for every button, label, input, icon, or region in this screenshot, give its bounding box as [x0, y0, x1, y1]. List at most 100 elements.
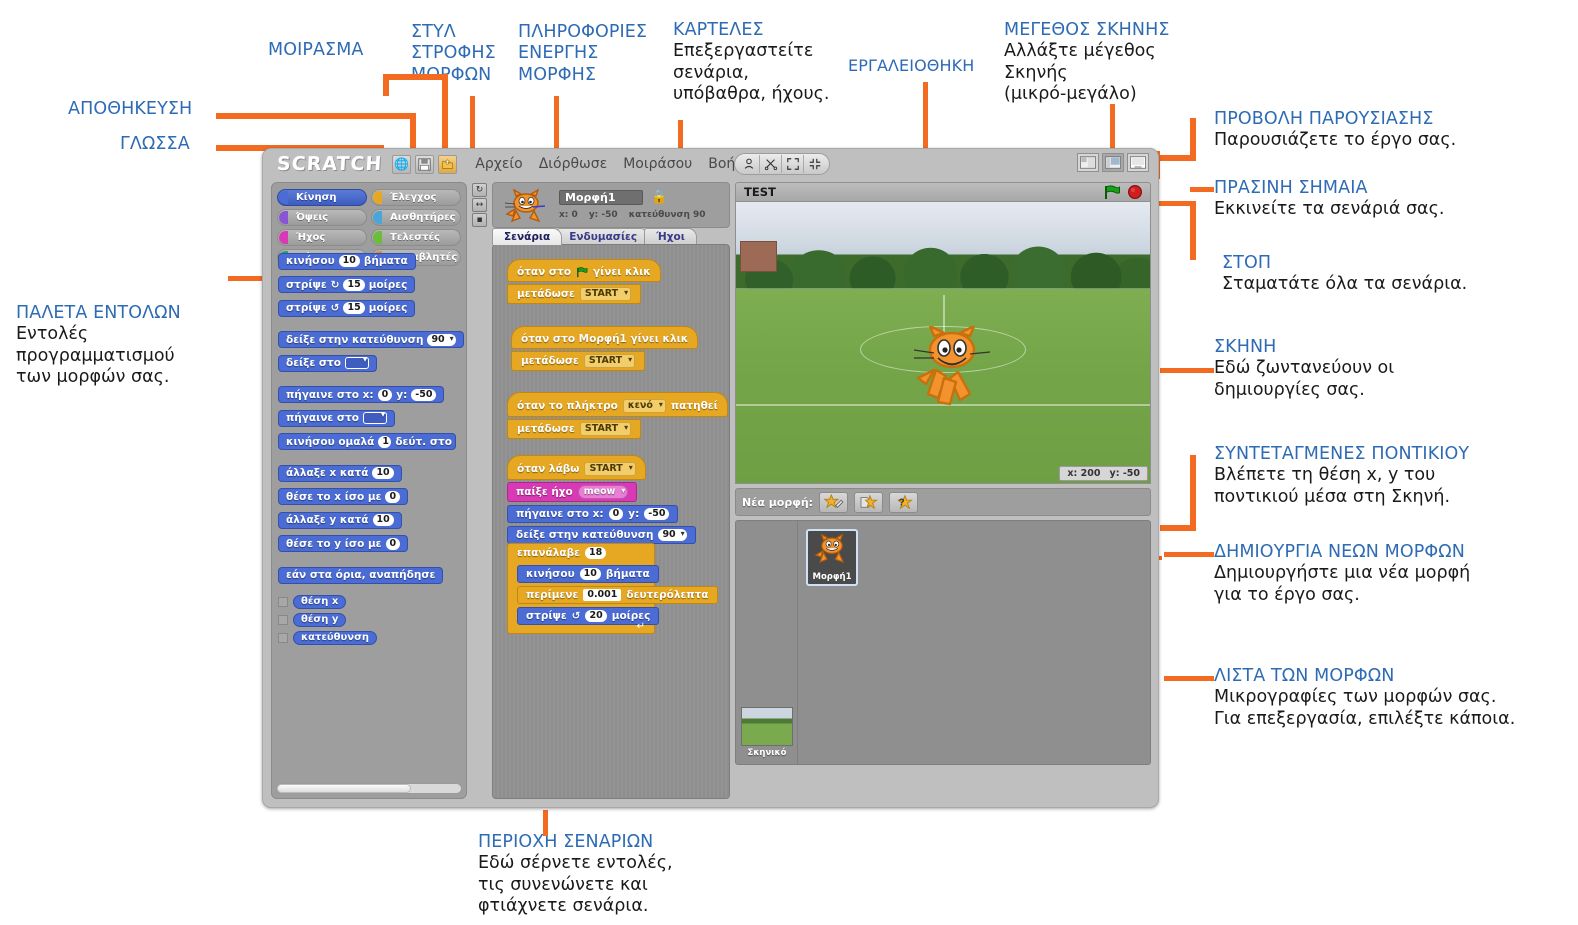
stage-canvas[interactable]: x: 200 y: -50 [735, 202, 1151, 484]
globe-icon[interactable]: 🌐 [392, 154, 412, 174]
no-rotate-icon[interactable]: ▪ [472, 213, 487, 227]
block-wait-seconds[interactable]: περίμενε 0.001 δευτερόλεπτα [517, 586, 718, 604]
palette-horizontal-scrollbar[interactable] [276, 783, 462, 794]
stage-house [740, 241, 778, 273]
stage-thumbnail-label: Σκηνικό [747, 748, 787, 758]
stage-header: TEST [735, 182, 1151, 202]
palette-block-turn-right[interactable]: στρίψε ↻ 15 μοίρες [278, 276, 416, 293]
block-go-to-xy[interactable]: πήγαινε στο x: 0 y: -50 [507, 505, 679, 523]
palette-block-go-to[interactable]: πήγαινε στο [278, 409, 395, 427]
choose-sprite-from-file-icon[interactable] [854, 491, 884, 513]
palette-block-glide[interactable]: κινήσου ομαλά 1 δεύτ. στο x: 0 y [278, 433, 456, 450]
floppy-glyph [418, 157, 431, 171]
watcher-checkbox-direction[interactable] [278, 632, 288, 643]
scrollbar-thumb[interactable] [277, 784, 412, 793]
sprite-info-panel: Μορφή1 🔒 x: 0 y: -50 κατεύθυνση 90 [492, 182, 730, 228]
palette-block-move[interactable]: κινήσου 10 βήματα [278, 252, 416, 270]
hat-when-green-flag-clicked[interactable]: όταν στο γίνει κλικ [507, 259, 661, 282]
stop-button-icon[interactable] [1127, 184, 1143, 200]
paint-new-sprite-icon[interactable] [819, 491, 849, 513]
watcher-checkbox-x[interactable] [278, 596, 288, 607]
stage-column: TEST x: 200 y: -50 Νέα μορφή: ? Σκηνικό … [735, 182, 1151, 799]
sprite-y: y: -50 [588, 210, 618, 220]
menu-share[interactable]: Μοιράσου [623, 156, 692, 172]
script-when-sprite-clicked[interactable]: όταν στο Μορφή1 γίνει κλικ μετάδωσε STAR… [511, 326, 729, 371]
annotation-stage-size: ΜΕΓΕΘΟΣ ΣΚΗΝΗΣ Αλλάξτε μέγεθος Σκηνής (μ… [1004, 20, 1170, 105]
annotation-new-sprites: ΔΗΜΙΟΥΡΓΙΑ ΝΕΩΝ ΜΟΡΦΩΝ Δημιουργήστε μια … [1214, 542, 1471, 605]
duplicate-icon[interactable] [738, 155, 760, 173]
dropdown-empty[interactable] [344, 355, 369, 369]
palette-block-go-to-xy[interactable]: πήγαινε στο x: 0 y: -50 [278, 386, 445, 403]
block-play-sound[interactable]: παίξε ήχο meow [507, 482, 638, 502]
script-when-key-pressed[interactable]: όταν το πλήκτρο κενό πατηθεί μετάδωσε ST… [507, 392, 729, 439]
watcher-checkbox-y[interactable] [278, 614, 288, 625]
palette-block-set-y[interactable]: θέσε το y ίσο με 0 [278, 535, 409, 552]
annotation-green-flag: ΠΡΑΣΙΝΗ ΣΗΜΑΙΑ Εκκινείτε τα σενάριά σας. [1214, 178, 1445, 220]
shrink-icon[interactable] [804, 155, 826, 173]
grow-icon[interactable] [782, 155, 804, 173]
sprite-name-field[interactable]: Μορφή1 [559, 190, 643, 205]
sprite-x: x: 0 [559, 210, 578, 220]
script-green-flag[interactable]: όταν στο γίνει κλικ μετάδωσε START [507, 259, 729, 304]
normal-stage-icon[interactable] [1102, 153, 1124, 172]
new-sprite-bar: Νέα μορφή: ? [735, 488, 1151, 516]
small-stage-icon[interactable] [1077, 153, 1099, 172]
sprite-item-morfi1[interactable]: Μορφή1 [806, 529, 858, 586]
menu-edit[interactable]: Διόρθωσε [539, 156, 608, 172]
category-sound[interactable]: Ήχος [277, 229, 367, 246]
hat-when-sprite-clicked[interactable]: όταν στο Μορφή1 γίνει κλικ [511, 326, 699, 349]
hat-when-key-pressed[interactable]: όταν το πλήκτρο κενό πατηθεί [507, 392, 728, 417]
annotation-share: ΜΟΙΡΑΣΜΑ [268, 40, 364, 60]
tab-scripts[interactable]: Σενάρια [492, 228, 563, 245]
block-broadcast[interactable]: μετάδωσε START [507, 284, 642, 304]
block-repeat[interactable]: επανάλαβε 18 κινήσου 10 βήματα περίμενε … [507, 543, 718, 634]
stage-thumbnail[interactable]: Σκηνικό [741, 707, 793, 758]
menu-file[interactable]: Αρχείο [475, 156, 522, 172]
palette-block-change-x[interactable]: άλλαξε x κατά 10 [278, 464, 402, 482]
left-right-icon[interactable]: ↔ [472, 198, 487, 212]
block-broadcast[interactable]: μετάδωσε START [511, 351, 646, 371]
annotation-toolbox: ΕΡΓΑΛΕΙΟΘΗΚΗ [848, 56, 975, 75]
palette-block-turn-left[interactable]: στρίψε ↺ 15 μοίρες [278, 299, 416, 317]
presentation-icon[interactable] [1127, 153, 1149, 172]
scissors-icon[interactable] [760, 155, 782, 173]
category-control[interactable]: Έλεγχος [371, 189, 461, 206]
tab-costumes[interactable]: Ενδυμασίες [557, 228, 650, 245]
stage-sprite-cat[interactable] [914, 325, 992, 410]
category-sensing[interactable]: Αισθητήρες [371, 209, 461, 226]
dropdown-empty[interactable] [362, 410, 387, 424]
category-operators[interactable]: Τελεστές [371, 229, 461, 246]
palette-block-change-y[interactable]: άλλαξε y κατά 10 [278, 511, 402, 529]
watcher-block-direction[interactable]: κατεύθυνση [293, 630, 378, 645]
green-flag-icon[interactable] [1103, 184, 1121, 200]
sprite-list-pane[interactable]: Σκηνικό Μορφή1 [735, 520, 1151, 765]
leader-mouse-v [1190, 455, 1196, 530]
tab-sounds[interactable]: Ήχοι [644, 228, 697, 245]
block-point-direction[interactable]: δείξε στην κατεύθυνση 90 [507, 526, 696, 544]
script-when-i-receive-start[interactable]: όταν λάβω START παίξε ήχο meow πήγαινε σ… [507, 455, 729, 634]
annotation-save: ΑΠΟΘΗΚΕΥΣΗ [68, 99, 193, 119]
palette-block-if-on-edge-bounce[interactable]: εάν στα όρια, αναπήδησε [278, 566, 444, 584]
leader-spritelist [1164, 676, 1214, 681]
leader-save [216, 113, 416, 119]
watcher-block-x[interactable]: θέση x [293, 594, 347, 609]
hat-when-i-receive[interactable]: όταν λάβω START [507, 455, 646, 480]
save-icon[interactable] [415, 154, 435, 174]
rotate-freely-icon[interactable]: ↻ [472, 183, 487, 197]
new-sprite-label: Νέα μορφή: [742, 495, 814, 509]
block-broadcast[interactable]: μετάδωσε START [507, 419, 642, 439]
category-looks[interactable]: Όψεις [277, 209, 367, 226]
lock-icon[interactable]: 🔒 [651, 190, 667, 205]
scripts-canvas[interactable]: όταν στο γίνει κλικ μετάδωσε START όταν … [492, 244, 730, 799]
watcher-row-x: θέση x [278, 594, 460, 609]
watcher-block-y[interactable]: θέση y [293, 612, 347, 627]
block-move-steps[interactable]: κινήσου 10 βήματα [517, 565, 659, 583]
share-icon[interactable] [438, 154, 458, 174]
surprise-sprite-icon[interactable]: ? [889, 491, 919, 513]
palette-block-point-towards[interactable]: δείξε στο [278, 354, 377, 372]
palette-block-set-x[interactable]: θέσε το x ίσο με 0 [278, 488, 409, 505]
palette-block-point-direction[interactable]: δείξε στην κατεύθυνση 90 [278, 331, 464, 348]
stage-thumbnail-column[interactable]: Σκηνικό [736, 521, 798, 764]
repeat-header: επανάλαβε 18 [508, 544, 654, 562]
category-motion[interactable]: Κίνηση [277, 189, 367, 206]
